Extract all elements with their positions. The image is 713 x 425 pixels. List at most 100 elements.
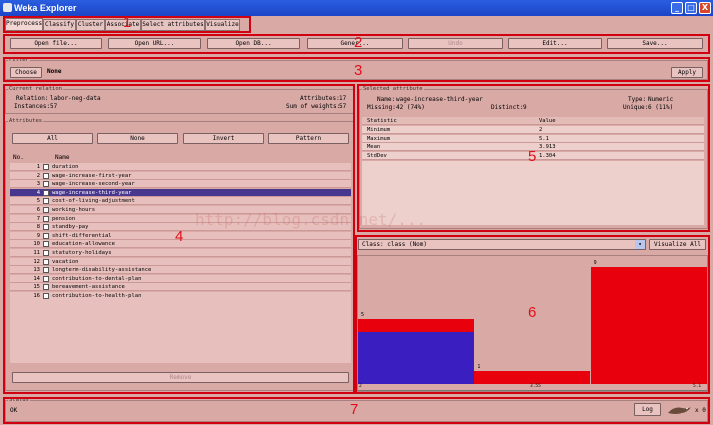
annotation-label-2: 2 xyxy=(354,34,363,51)
statistic-row: Maximum 5.1 xyxy=(362,134,704,143)
attribute-row[interactable]: 13 longterm-disability-assistance xyxy=(10,266,351,275)
tab-classify[interactable]: Classify xyxy=(43,19,76,31)
attribute-row[interactable]: 14 contribution-to-dental-plan xyxy=(10,274,351,283)
attribute-row-name: wage-increase-first-year xyxy=(52,172,132,179)
annotation-label-3: 3 xyxy=(354,62,363,79)
attribute-row-number: 1 xyxy=(36,164,40,170)
attribute-checkbox[interactable] xyxy=(43,164,49,170)
attribute-checkbox[interactable] xyxy=(43,275,49,282)
current-relation-label: Current relation xyxy=(8,86,63,92)
select-all-button[interactable]: All xyxy=(12,133,93,144)
attribute-row[interactable]: 15 bereavement-assistance xyxy=(10,283,351,292)
attribute-checkbox[interactable] xyxy=(43,198,49,205)
tab-preprocess[interactable]: Preprocess xyxy=(5,18,43,31)
attribute-checkbox[interactable] xyxy=(43,250,49,256)
tab-visualize[interactable]: Visualize xyxy=(205,19,240,31)
tab-cluster[interactable]: Cluster xyxy=(76,19,105,31)
save-button[interactable]: Save... xyxy=(607,38,703,49)
attribute-checkbox[interactable] xyxy=(43,241,49,248)
attribute-checkbox[interactable] xyxy=(43,258,49,265)
statistic-name: StdDev xyxy=(367,152,387,159)
maximize-button[interactable]: □ xyxy=(685,2,697,14)
relation-value: labor-neg-data xyxy=(50,95,101,102)
choose-filter-button[interactable]: Choose xyxy=(10,67,42,78)
attribute-row-name: vacation xyxy=(52,258,79,265)
statistic-name: Minimum xyxy=(367,127,391,133)
attribute-checkbox[interactable] xyxy=(43,189,49,196)
attribute-row-name: longterm-disability-assistance xyxy=(52,267,152,274)
histogram-bar-bad xyxy=(358,319,474,332)
annotation-label-6: 6 xyxy=(528,304,537,321)
attr-distinct-value: 9 xyxy=(523,104,527,111)
weka-app-icon xyxy=(3,3,12,12)
attribute-row-name: pension xyxy=(52,215,76,222)
column-no-header: No. xyxy=(13,154,24,161)
statistic-name: Mean xyxy=(367,144,381,151)
attribute-row-name: shift-differential xyxy=(52,232,112,239)
relation-label: Relation: xyxy=(16,95,49,102)
class-dropdown[interactable]: Class: class (Nom) ▾ xyxy=(358,239,646,250)
close-button[interactable]: X xyxy=(699,2,711,14)
attr-unique-value: 6 (11%) xyxy=(648,104,674,111)
log-button[interactable]: Log xyxy=(634,403,661,416)
attribute-row[interactable]: 1 duration xyxy=(10,163,351,171)
chevron-down-icon: ▾ xyxy=(635,240,645,249)
attribute-row-number: 7 xyxy=(36,215,40,222)
task-count: x 0 xyxy=(695,407,706,414)
attribute-row-number: 15 xyxy=(33,284,40,291)
attribute-row[interactable]: 12 vacation xyxy=(10,257,351,266)
undo-button[interactable]: Undo xyxy=(408,38,503,49)
pattern-button[interactable]: Pattern xyxy=(268,133,349,144)
title-bar: Weka Explorer _ □ X xyxy=(0,0,713,16)
attribute-row[interactable]: 4 wage-increase-third-year xyxy=(10,188,351,197)
attribute-row-name: standby-pay xyxy=(52,224,89,231)
visualize-all-button[interactable]: Visualize All xyxy=(649,239,706,250)
attribute-row[interactable]: 5 cost-of-living-adjustment xyxy=(10,197,351,206)
attribute-row-number: 5 xyxy=(36,198,40,205)
class-dropdown-value: Class: class (Nom) xyxy=(362,241,428,248)
attribute-checkbox[interactable] xyxy=(43,224,49,231)
column-name-header: Name xyxy=(55,154,70,161)
attribute-row-name: bereavement-assistance xyxy=(52,284,125,291)
edit-button[interactable]: Edit... xyxy=(508,38,602,49)
statistic-row: Minimum 2 xyxy=(362,126,704,134)
attribute-row[interactable]: 11 statutory-holidays xyxy=(10,249,351,257)
attribute-checkbox[interactable] xyxy=(43,172,49,179)
open-db-button[interactable]: Open DB... xyxy=(207,38,300,49)
attribute-checkbox[interactable] xyxy=(43,232,49,239)
tab-select-attributes[interactable]: Select attributes xyxy=(141,19,205,31)
histogram-axis-label: 5.1 xyxy=(693,384,702,389)
attribute-checkbox[interactable] xyxy=(43,207,49,213)
attribute-checkbox[interactable] xyxy=(43,284,49,291)
attributes-count-value: 17 xyxy=(339,95,347,102)
statistic-name: Maximum xyxy=(367,135,391,142)
attribute-row-name: cost-of-living-adjustment xyxy=(52,198,135,205)
statistic-value: 5.1 xyxy=(539,135,549,142)
value-column-header: Value xyxy=(539,118,556,124)
filter-value: None xyxy=(47,68,62,75)
attr-type-value: Numeric xyxy=(648,96,674,103)
select-none-button[interactable]: None xyxy=(97,133,178,144)
remove-button[interactable]: Remove xyxy=(12,372,349,383)
attribute-row[interactable]: 3 wage-increase-second-year xyxy=(10,180,351,189)
minimize-button[interactable]: _ xyxy=(671,2,683,14)
attribute-row-number: 4 xyxy=(36,189,40,196)
attribute-checkbox[interactable] xyxy=(43,267,49,274)
annotation-label-1: 1 xyxy=(123,14,132,31)
weka-bird-icon[interactable] xyxy=(666,404,692,417)
attribute-row-number: 11 xyxy=(33,250,40,256)
attribute-checkbox[interactable] xyxy=(43,215,49,222)
sum-weights-value: 57 xyxy=(339,103,347,110)
attributes-section-label: Attributes xyxy=(8,118,44,124)
open-url-button[interactable]: Open URL... xyxy=(108,38,201,49)
attribute-row-number: 10 xyxy=(33,241,40,248)
attribute-row[interactable]: 2 wage-increase-first-year xyxy=(10,171,351,180)
attribute-row-name: education-allowance xyxy=(52,241,115,248)
attribute-row-name: statutory-holidays xyxy=(52,250,112,256)
attr-name-label: Name: xyxy=(377,96,396,103)
open-file-button[interactable]: Open file... xyxy=(10,38,102,49)
attribute-checkbox[interactable] xyxy=(43,181,49,188)
apply-button[interactable]: Apply xyxy=(671,67,703,78)
statistic-value: 2 xyxy=(539,127,543,133)
invert-selection-button[interactable]: Invert xyxy=(183,133,264,144)
